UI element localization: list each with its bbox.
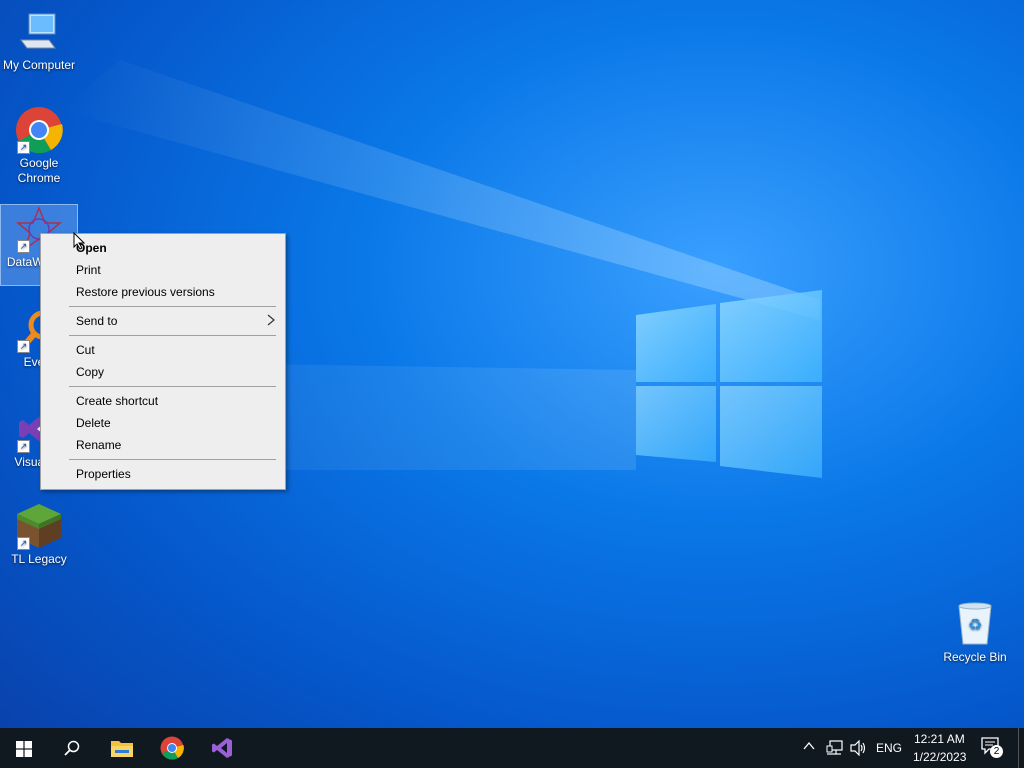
desktop-icon-label: My Computer	[2, 58, 76, 72]
menu-item-rename[interactable]: Rename	[41, 434, 285, 456]
desktop-icon-recycle-bin[interactable]: ♻ Recycle Bin	[936, 600, 1014, 665]
show-hidden-icons-chevron-up-icon[interactable]	[803, 740, 817, 756]
visual-studio-icon	[212, 738, 232, 758]
context-menu: Open Print Restore previous versions Sen…	[40, 233, 286, 490]
action-center-button[interactable]: 2	[980, 736, 1008, 762]
taskbar: ENG 12:21 AM 1/22/2023 2	[0, 728, 1024, 768]
desktop-icon-tl-legacy[interactable]: ↗ TL Legacy	[0, 502, 78, 567]
shortcut-arrow-icon: ↗	[17, 240, 30, 253]
volume-icon[interactable]	[850, 739, 868, 757]
shortcut-arrow-icon: ↗	[17, 537, 30, 550]
clock-date: 1/22/2023	[913, 750, 967, 764]
menu-item-properties[interactable]: Properties	[41, 463, 285, 485]
desktop-icon-google-chrome[interactable]: ↗ Google Chrome	[0, 106, 78, 186]
chrome-icon	[160, 736, 184, 760]
recycle-bin-icon: ♻	[951, 600, 999, 648]
svg-text:♻: ♻	[968, 615, 982, 634]
desktop-icon-label: TL Legacy	[11, 552, 67, 566]
menu-item-delete[interactable]: Delete	[41, 412, 285, 434]
notification-count-badge: 2	[990, 745, 1003, 758]
desktop-icon-label: Recycle Bin	[943, 650, 1007, 664]
search-icon	[64, 740, 80, 756]
network-icon[interactable]	[826, 740, 844, 756]
taskbar-visual-studio[interactable]	[198, 728, 246, 768]
folder-icon	[111, 741, 133, 757]
menu-item-copy[interactable]: Copy	[41, 361, 285, 383]
taskbar-google-chrome[interactable]	[148, 728, 196, 768]
menu-item-restore-previous-versions[interactable]: Restore previous versions	[41, 281, 285, 303]
taskbar-file-explorer[interactable]	[98, 728, 146, 768]
menu-item-send-to[interactable]: Send to	[41, 310, 285, 332]
shortcut-arrow-icon: ↗	[17, 340, 30, 353]
chevron-right-icon	[267, 314, 275, 329]
computer-icon	[15, 8, 63, 56]
mouse-cursor-icon	[73, 232, 85, 250]
show-desktop-button[interactable]	[1018, 728, 1024, 768]
shortcut-arrow-icon: ↗	[17, 141, 30, 154]
shortcut-arrow-icon: ↗	[17, 440, 30, 453]
menu-item-create-shortcut[interactable]: Create shortcut	[41, 390, 285, 412]
clock-time: 12:21 AM	[914, 732, 965, 746]
menu-separator	[69, 335, 276, 336]
clock[interactable]: 12:21 AM 1/22/2023	[908, 728, 972, 768]
desktop-icon-my-computer[interactable]: My Computer	[0, 8, 78, 73]
language-indicator[interactable]: ENG	[876, 741, 902, 755]
menu-item-cut[interactable]: Cut	[41, 339, 285, 361]
menu-separator	[69, 459, 276, 460]
minecraft-block-icon: ↗	[15, 502, 63, 550]
menu-item-print[interactable]: Print	[41, 259, 285, 281]
desktop-icon-label: Google Chrome	[17, 156, 61, 185]
search-button[interactable]	[48, 728, 96, 768]
menu-separator	[69, 386, 276, 387]
chrome-icon: ↗	[15, 106, 63, 154]
windows-logo-icon	[16, 741, 32, 757]
menu-separator	[69, 306, 276, 307]
start-button[interactable]	[0, 728, 48, 768]
